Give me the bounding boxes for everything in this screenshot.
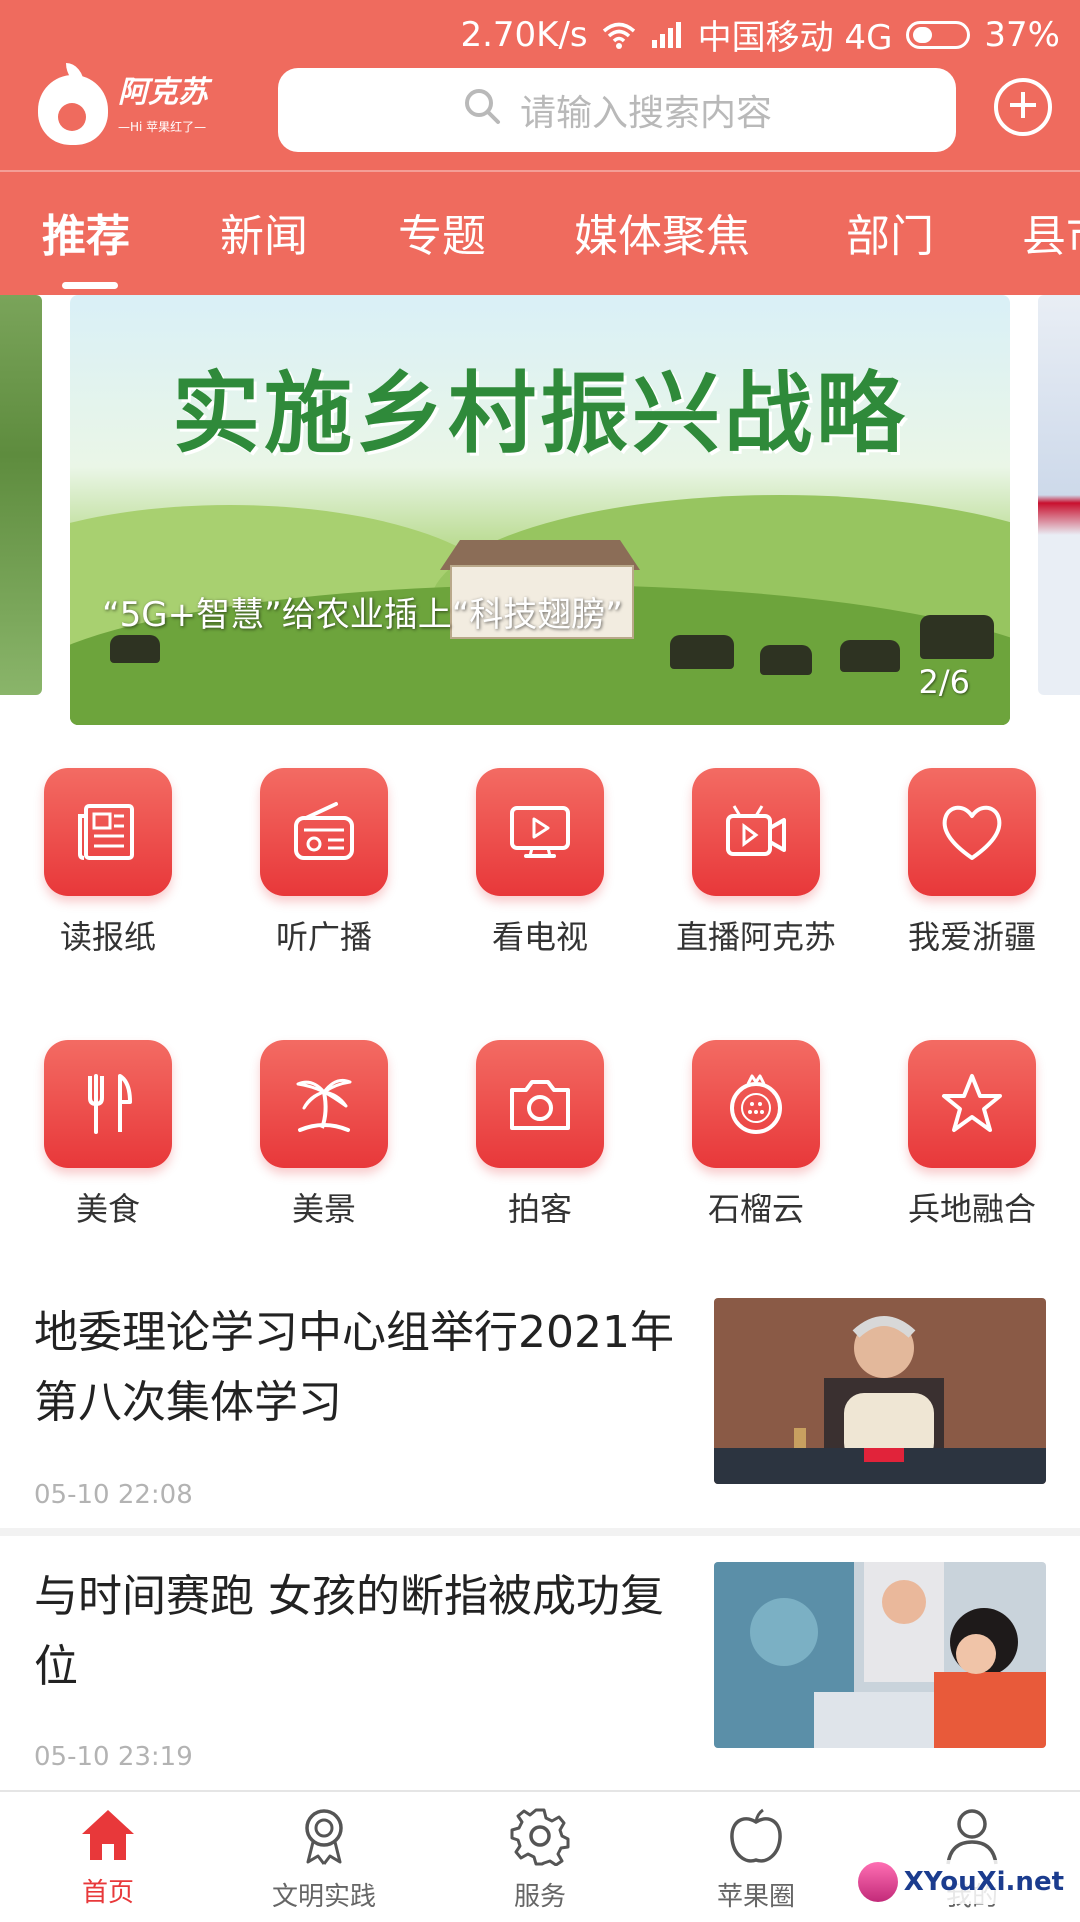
- grid-item-photo[interactable]: 拍客: [440, 1040, 640, 1230]
- article-item[interactable]: 地委理论学习中心组举行2021年第八次集体学习 05-10 22:08: [0, 1298, 1080, 1524]
- grid-item-live[interactable]: 直播阿克苏: [656, 768, 856, 958]
- cow: [110, 635, 160, 663]
- article-time: 05-10 23:19: [34, 1742, 193, 1772]
- home-icon: [78, 1810, 138, 1866]
- fork-knife-icon: [44, 1040, 172, 1168]
- tab-label: 首页: [81, 1878, 134, 1908]
- logo-text: 阿克苏 —Hi 苹果红了—: [118, 76, 208, 144]
- grid-item-newspaper[interactable]: 读报纸: [8, 768, 208, 958]
- pomegranate-icon: [692, 1040, 820, 1168]
- tab-media-focus[interactable]: 媒体聚焦: [574, 200, 750, 264]
- search-input[interactable]: 请输入搜索内容: [278, 68, 956, 152]
- article-time: 05-10 22:08: [34, 1480, 193, 1510]
- tab-home[interactable]: 首页: [28, 1806, 188, 1909]
- tv-icon: [476, 768, 604, 896]
- grid-label: 看电视: [491, 918, 588, 956]
- tab-departments[interactable]: 部门: [846, 200, 934, 264]
- grid-item-scenery[interactable]: 美景: [224, 1040, 424, 1230]
- star-icon: [908, 1040, 1036, 1168]
- watermark-text: XYouXi.net: [903, 1867, 1064, 1897]
- tab-label: 文明实践: [271, 1882, 376, 1912]
- grid-label: 直播阿克苏: [675, 918, 836, 956]
- article-title: 与时间赛跑 女孩的断指被成功复位: [34, 1571, 664, 1692]
- banner-prev-peek[interactable]: [0, 295, 42, 695]
- heart-icon: [908, 768, 1036, 896]
- grid-label: 美食: [75, 1190, 140, 1228]
- banner-caption: “5G+智慧”给农业插上“科技翅膀”: [102, 595, 623, 635]
- banner-carousel[interactable]: 实施乡村振兴战略 “5G+智慧”给农业插上“科技翅膀” 2/6: [0, 295, 1080, 725]
- cow: [920, 615, 994, 659]
- wifi-icon: [602, 21, 636, 49]
- grid-label: 石榴云: [707, 1190, 804, 1228]
- add-button[interactable]: [994, 78, 1052, 136]
- signal-icon: [650, 21, 684, 48]
- battery-percent: 37%: [984, 14, 1060, 55]
- watermark-logo-icon: [857, 1862, 898, 1902]
- grid-item-love[interactable]: 我爱浙疆: [872, 768, 1072, 958]
- search-placeholder: 请输入搜索内容: [519, 93, 772, 134]
- article-title: 地委理论学习中心组举行2021年第八次集体学习: [34, 1307, 674, 1428]
- tab-civilization-practice[interactable]: 文明实践: [244, 1806, 404, 1913]
- tab-services[interactable]: 服务: [460, 1806, 620, 1913]
- watermark: XYouXi.net: [851, 1860, 1070, 1904]
- newspaper-icon: [44, 768, 172, 896]
- radio-icon: [260, 768, 388, 896]
- tab-counties[interactable]: 县市: [1022, 200, 1080, 264]
- article-thumbnail: [714, 1562, 1046, 1748]
- banner-next-peek[interactable]: [1038, 295, 1080, 695]
- apple-logo-icon: [38, 63, 108, 145]
- grid-item-bingtuan[interactable]: 兵地融合: [872, 1040, 1072, 1230]
- grid-item-pomegranate-cloud[interactable]: 石榴云: [656, 1040, 856, 1230]
- tab-label: 苹果圈: [716, 1882, 795, 1912]
- network-speed: 2.70K/s: [460, 14, 588, 55]
- banner-slide[interactable]: 实施乡村振兴战略 “5G+智慧”给农业插上“科技翅膀” 2/6: [70, 295, 1010, 725]
- tab-label: 服务: [513, 1882, 566, 1912]
- grid-item-radio[interactable]: 听广播: [224, 768, 424, 958]
- tab-apple-circle[interactable]: 苹果圈: [676, 1806, 836, 1913]
- app-header: 阿克苏 —Hi 苹果红了— 请输入搜索内容: [0, 62, 1080, 166]
- grid-label: 美景: [291, 1190, 356, 1228]
- grid-item-tv[interactable]: 看电视: [440, 768, 640, 958]
- video-camera-icon: [692, 768, 820, 896]
- gear-icon: [510, 1808, 570, 1870]
- category-tabs: 推荐 新闻 专题 媒体聚焦 部门 县市: [0, 170, 1080, 297]
- apple-icon: [727, 1808, 785, 1870]
- cow: [840, 640, 900, 672]
- tab-recommend[interactable]: 推荐: [42, 200, 130, 264]
- tab-news[interactable]: 新闻: [220, 200, 308, 264]
- grid-label: 我爱浙疆: [907, 918, 1036, 956]
- grid-label: 兵地融合: [907, 1190, 1036, 1228]
- palm-tree-icon: [260, 1040, 388, 1168]
- plus-icon: [1008, 90, 1038, 124]
- camera-icon: [476, 1040, 604, 1168]
- tab-topics[interactable]: 专题: [398, 200, 486, 264]
- grid-item-food[interactable]: 美食: [8, 1040, 208, 1230]
- cow: [670, 635, 734, 669]
- logo-subtext: —Hi 苹果红了—: [118, 120, 207, 134]
- grid-label: 拍客: [507, 1190, 572, 1228]
- bottom-tab-bar: 首页 文明实践 服务 苹果圈 我的 XYouXi.net: [0, 1790, 1080, 1922]
- search-icon: [462, 86, 520, 135]
- banner-title: 实施乡村振兴战略: [171, 362, 908, 465]
- banner-page-indicator: 2/6: [918, 663, 971, 701]
- cow: [760, 645, 812, 675]
- active-tab-indicator: [62, 282, 118, 289]
- status-bar: 2.70K/s 中国移动 4G 37%: [0, 0, 1080, 62]
- app-logo[interactable]: 阿克苏 —Hi 苹果红了—: [38, 62, 228, 158]
- carrier-label: 中国移动 4G: [697, 18, 893, 58]
- grid-label: 听广播: [275, 918, 372, 956]
- medal-icon: [296, 1809, 352, 1870]
- grid-label: 读报纸: [59, 918, 156, 956]
- article-item[interactable]: 与时间赛跑 女孩的断指被成功复位 05-10 23:19: [0, 1562, 1080, 1782]
- battery-icon: [906, 20, 971, 49]
- divider: [0, 1528, 1080, 1536]
- article-thumbnail: [714, 1298, 1046, 1484]
